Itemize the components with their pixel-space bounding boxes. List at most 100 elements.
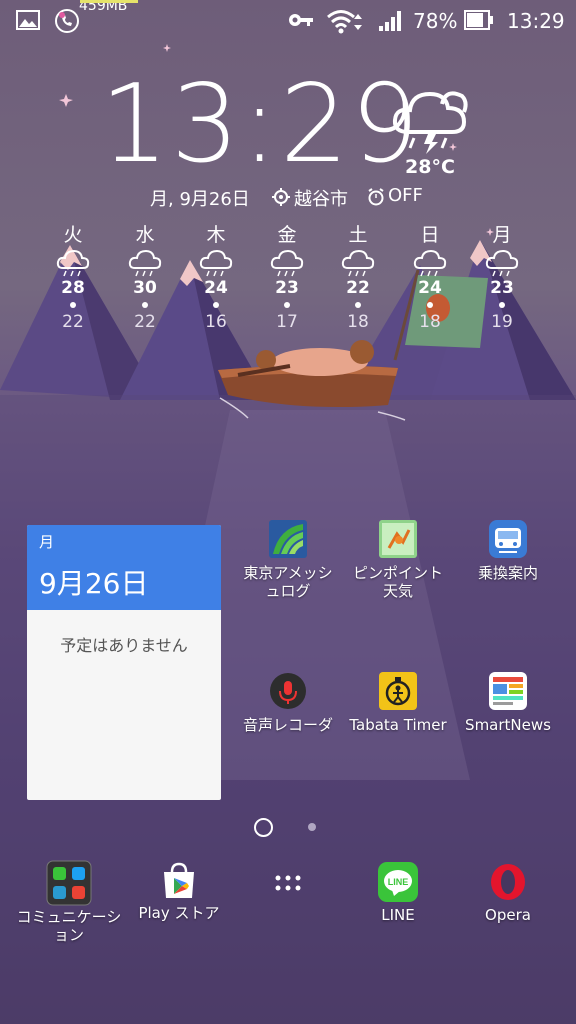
line-icon: LINE — [378, 862, 418, 902]
app-norikae[interactable]: 乗換案内 — [453, 520, 563, 582]
app-label: LINE — [381, 906, 415, 924]
forecast-day-name: 火 — [63, 224, 83, 246]
forecast-low: 17 — [276, 312, 298, 332]
memory-bar — [80, 0, 138, 3]
call-icon — [55, 9, 79, 33]
forecast-dot — [213, 302, 219, 308]
wifi-icon — [327, 10, 362, 34]
forecast-day: 日 24 18 — [410, 220, 450, 332]
forecast-day: 土 22 18 — [338, 220, 378, 332]
stopwatch-icon — [379, 672, 417, 710]
calendar-header: 月 9月26日 — [27, 525, 221, 610]
dock-line[interactable]: LINE LINE — [343, 862, 453, 924]
alarm-icon — [368, 188, 384, 206]
forecast-dot — [499, 302, 505, 308]
app-tokyo-amesh[interactable]: 東京アメッシュログ — [233, 520, 343, 600]
signal-icon — [379, 11, 401, 31]
forecast-day-name: 木 — [206, 224, 226, 246]
battery-percent: 78% — [413, 9, 458, 33]
forecast-high: 23 — [275, 278, 299, 298]
cloud-rain-icon — [485, 249, 519, 277]
app-drawer-icon — [275, 875, 301, 891]
opera-icon — [491, 864, 525, 900]
forecast-high: 30 — [133, 278, 157, 298]
dock-communication-folder[interactable]: コミュニケーション — [14, 860, 124, 944]
forecast-dot — [427, 302, 433, 308]
thunderstorm-icon — [392, 91, 468, 154]
folder-icon — [46, 860, 92, 906]
forecast-day: 火 28 22 — [53, 220, 93, 332]
gallery-icon — [16, 10, 40, 30]
clock-date: 月, 9月26日 — [150, 189, 250, 210]
calendar-widget[interactable]: 月 9月26日 予定はありません — [27, 525, 221, 800]
pinpoint-weather-icon — [379, 520, 417, 558]
calendar-empty-text: 予定はありません — [60, 636, 188, 655]
cloud-rain-icon — [341, 249, 375, 277]
status-bar: 459MB 78% 13:29 — [0, 0, 576, 42]
current-temperature: 28°C — [405, 156, 455, 178]
app-voice-recorder[interactable]: 音声レコーダ — [233, 672, 343, 734]
forecast-day-name: 水 — [135, 224, 155, 246]
forecast-high: 22 — [346, 278, 370, 298]
clock-time[interactable]: 13:29 — [100, 70, 419, 180]
forecast-low: 19 — [491, 312, 513, 332]
battery-icon — [464, 10, 493, 30]
cloud-rain-icon — [56, 249, 90, 277]
app-label: Tabata Timer — [349, 716, 447, 734]
microphone-icon — [270, 673, 306, 709]
forecast-day-name: 日 — [420, 224, 440, 246]
app-smartnews[interactable]: SmartNews — [453, 672, 563, 734]
calendar-weekday: 月 — [39, 533, 55, 551]
dock-play-store[interactable]: Play ストア — [124, 860, 234, 922]
forecast-high: 23 — [490, 278, 514, 298]
forecast-high: 28 — [61, 278, 85, 298]
forecast-low: 22 — [134, 312, 156, 332]
status-time: 13:29 — [507, 9, 565, 33]
forecast-low: 16 — [205, 312, 227, 332]
forecast-high: 24 — [204, 278, 228, 298]
forecast-dot — [142, 302, 148, 308]
forecast-dot — [70, 302, 76, 308]
app-drawer-button[interactable] — [272, 872, 304, 896]
cloud-rain-icon — [199, 249, 233, 277]
smartnews-icon — [489, 672, 527, 710]
forecast-dot — [355, 302, 361, 308]
app-label: 東京アメッシュログ — [243, 564, 333, 600]
cloud-rain-icon — [413, 249, 447, 277]
forecast-day-name: 金 — [277, 224, 297, 246]
forecast-high: 24 — [418, 278, 442, 298]
forecast-day: 金 23 17 — [267, 220, 307, 332]
clock-city: 越谷市 — [294, 189, 348, 210]
key-icon — [289, 14, 313, 26]
app-label: 乗換案内 — [477, 564, 538, 582]
svg-text:LINE: LINE — [388, 877, 409, 887]
forecast-low: 18 — [419, 312, 441, 332]
page-indicator-inactive[interactable] — [308, 823, 316, 831]
forecast-day: 水 30 22 — [125, 220, 165, 332]
play-store-icon — [164, 862, 194, 898]
tokyo-amesh-icon — [269, 520, 307, 558]
forecast-low: 18 — [347, 312, 369, 332]
app-label: Play ストア — [138, 904, 220, 922]
train-icon — [489, 520, 527, 558]
page-indicator-active[interactable] — [254, 818, 273, 837]
app-label: SmartNews — [465, 716, 551, 734]
forecast-day-name: 月 — [492, 224, 512, 246]
forecast-day: 木 24 16 — [196, 220, 236, 332]
forecast-low: 22 — [62, 312, 84, 332]
app-label: ピンポイント天気 — [352, 564, 443, 600]
app-label: Opera — [485, 906, 531, 924]
app-label: コミュニケーション — [16, 908, 122, 944]
forecast-day-name: 土 — [348, 224, 368, 246]
cloud-rain-icon — [128, 249, 162, 277]
location-icon — [272, 188, 290, 206]
calendar-date: 9月26日 — [39, 567, 149, 600]
forecast-dot — [284, 302, 290, 308]
forecast-day: 月 23 19 — [482, 220, 522, 332]
app-tabata-timer[interactable]: Tabata Timer — [343, 672, 453, 734]
alarm-status[interactable]: OFF — [388, 185, 423, 206]
app-label: 音声レコーダ — [242, 716, 333, 734]
dock-opera[interactable]: Opera — [453, 862, 563, 924]
cloud-rain-icon — [270, 249, 304, 277]
app-pinpoint-weather[interactable]: ピンポイント天気 — [343, 520, 453, 600]
